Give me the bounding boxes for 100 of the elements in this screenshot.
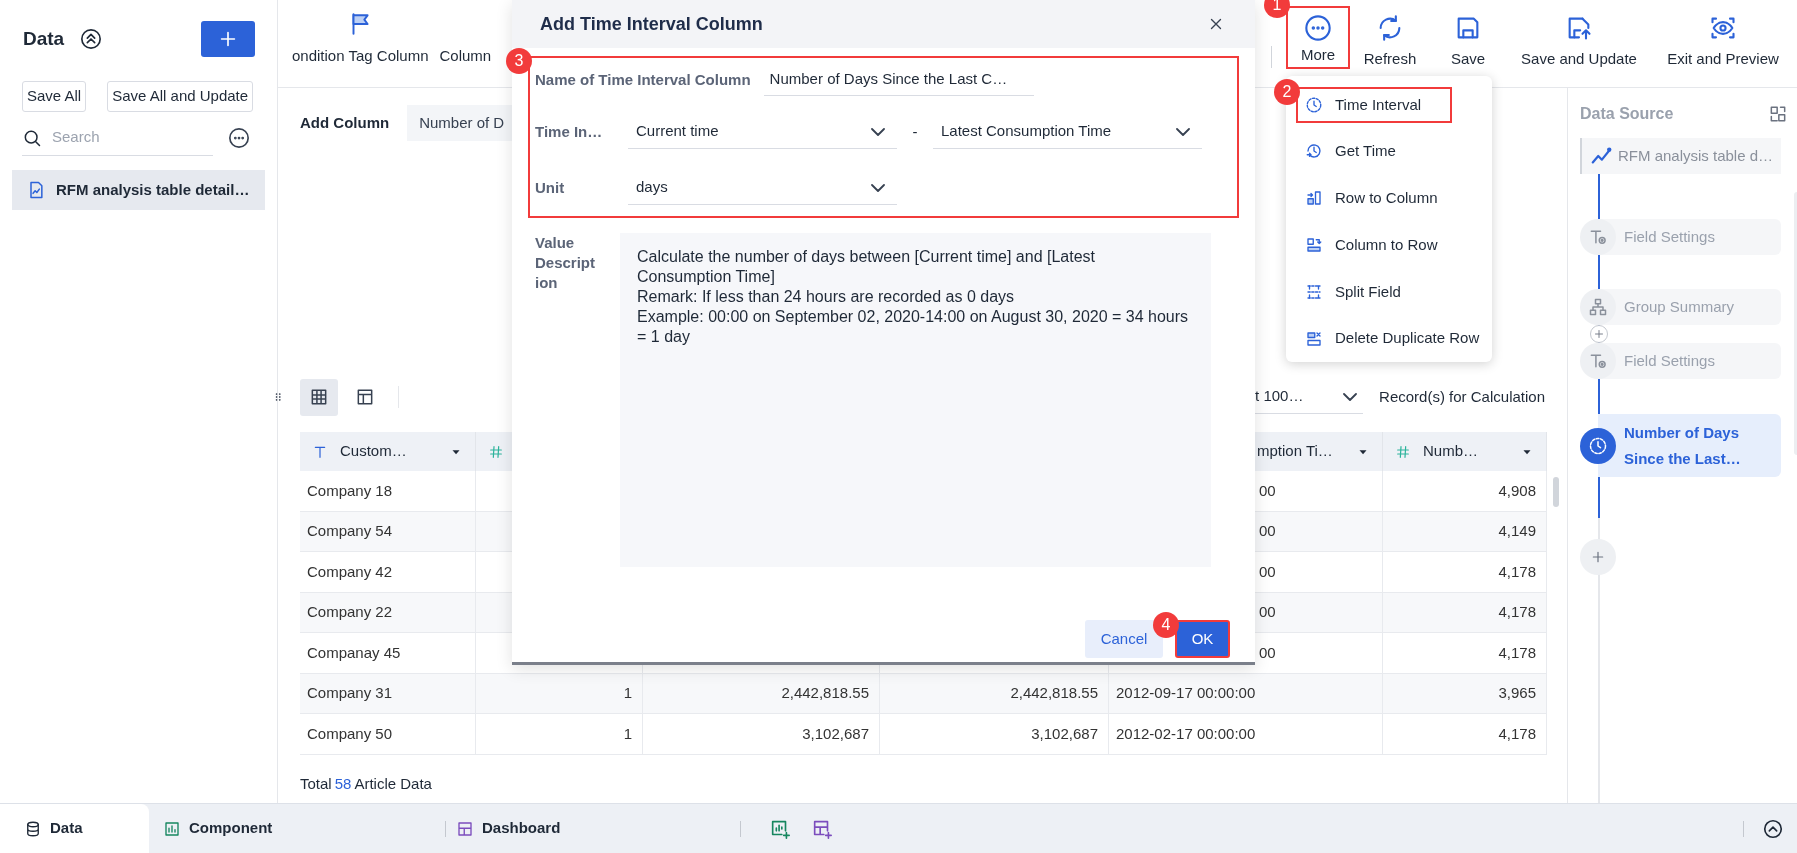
record-count: 58 [334, 773, 352, 794]
table-cell-text: 00 [1259, 602, 1276, 622]
action-button[interactable]: Save All [22, 81, 87, 112]
name-field[interactable]: Number of Days Since the Last C… [763, 64, 1034, 96]
delete-duplicate-icon [1305, 329, 1323, 348]
split-icon [1305, 282, 1323, 301]
view-toggle[interactable] [300, 378, 338, 416]
table-cell-text: 2012-09-17 00:00:00 [1116, 683, 1256, 703]
menu-item[interactable]: Column to Row [1286, 221, 1492, 269]
column-header[interactable]: Numb… [1423, 440, 1478, 463]
separator-text: - [911, 121, 919, 142]
table-cell-text: 00 [1259, 642, 1276, 663]
table-cell-text: 3,102,687 [802, 723, 869, 744]
action-button[interactable]: Save All and Update [107, 81, 254, 112]
trend-icon [1590, 145, 1612, 167]
menu-item[interactable]: Get Time [1286, 128, 1492, 175]
bottom-tab[interactable]: Data [0, 803, 149, 853]
step-badge: 4 [1153, 612, 1179, 638]
table-cell-text: 00 [1259, 480, 1276, 501]
plus-icon [1590, 549, 1606, 565]
time-select[interactable]: Latest Consumption Time [933, 115, 1202, 149]
ok-button[interactable]: OK [1175, 620, 1230, 658]
table-cell-text: 4,908 [1498, 480, 1536, 501]
toolbar-button[interactable]: ondition Tag Column [292, 44, 429, 67]
footer-text: Article Data [354, 773, 432, 794]
more-icon [1304, 14, 1332, 42]
column-chip[interactable]: Number of D [407, 105, 513, 141]
table-cell-text: Company 22 [307, 602, 393, 622]
table-cell-text: Company 42 [307, 561, 393, 582]
more-icon[interactable] [228, 127, 250, 149]
time-select[interactable]: Current time [628, 115, 897, 149]
table-cell-text: 4,178 [1498, 561, 1536, 582]
toolbar-button[interactable]: Exit and Preview [1652, 0, 1794, 71]
cancel-button[interactable]: Cancel [1085, 620, 1163, 658]
dashboard-icon [456, 819, 474, 838]
dialog-title: Add Time Interval Column [540, 12, 763, 36]
field-label: Time In… [535, 121, 604, 142]
caret-icon [871, 183, 885, 192]
table-cell-text: 1 [623, 723, 632, 744]
field-label: Add Column [300, 112, 390, 133]
step-node[interactable] [1580, 289, 1616, 325]
toolbar-button[interactable]: Save and Update [1506, 0, 1652, 71]
table-cell-text: 00 [1259, 561, 1276, 582]
menu-item[interactable]: Split Field [1286, 268, 1492, 316]
layout-icon [355, 387, 375, 407]
table-cell-text: 1 [623, 683, 632, 703]
sidebar-item[interactable]: RFM analysis table detail… [12, 170, 265, 210]
scrollbar[interactable] [1553, 477, 1559, 507]
table-cell-text: Company 18 [307, 480, 393, 501]
table-cell-text: 3,102,687 [1031, 723, 1098, 744]
description-text: Remark: If less than 24 hours are recorded as 0 days [637, 287, 1016, 307]
toolbar-button[interactable]: Save [1430, 0, 1506, 71]
table-cell-text: Company 31 [307, 683, 393, 703]
step-badge: 3 [506, 48, 532, 74]
column-to-row-icon [1305, 236, 1323, 254]
clock-arrow-icon [1305, 142, 1323, 161]
step-node[interactable] [1580, 343, 1616, 379]
plus-icon [1593, 328, 1605, 340]
toolbar-button[interactable]: More [1286, 6, 1350, 69]
description-text: Example: 00:00 on September 02, 2020-14:00 on August 30, 2020 = 34 hours = 1 day [637, 307, 1189, 347]
bar-chart-icon [163, 819, 181, 838]
database-icon [24, 819, 42, 838]
description-text: Calculate the number of days between [Current time] and [Latest Consumption Time] [637, 247, 1097, 287]
menu-item[interactable]: Row to Column [1286, 174, 1492, 222]
table-cell-text: 2,442,818.55 [781, 683, 869, 703]
add-button[interactable] [201, 21, 255, 57]
text-settings-icon [1588, 227, 1608, 247]
grid-icon [309, 387, 329, 407]
column-header[interactable]: mption Ti… [1257, 440, 1333, 463]
row-to-column-icon [1305, 189, 1323, 208]
toolbar-button[interactable]: Refresh [1350, 0, 1430, 71]
toolbar-button[interactable]: Column [439, 44, 492, 67]
step-item[interactable]: Number of Days Since the Last… [1598, 414, 1782, 477]
step-node[interactable] [1580, 427, 1616, 464]
table-cell-text: 4,178 [1498, 642, 1536, 663]
column-header[interactable]: Custom… [340, 440, 407, 463]
caret-icon [871, 127, 885, 136]
table-cell-text: Company 50 [307, 723, 393, 744]
text-settings-icon [1588, 351, 1608, 371]
panel-title: Data [23, 26, 65, 51]
unit-select[interactable]: days [628, 171, 897, 205]
footer-text: Total [300, 773, 332, 794]
expand-up-icon[interactable] [1762, 817, 1784, 840]
search-field[interactable]: Search [52, 126, 202, 149]
table-cell-text: Companay 45 [307, 642, 401, 663]
table-cell-text: 00 [1259, 521, 1276, 541]
collapse-icon[interactable] [80, 28, 103, 50]
table-cell-text: 4,149 [1498, 521, 1536, 541]
bottom-tab[interactable]: Dashboard [446, 803, 740, 853]
step-node[interactable] [1580, 219, 1616, 255]
field-label: Unit [535, 177, 566, 198]
caret-icon [1176, 127, 1190, 136]
bottom-tab[interactable]: Component [149, 803, 445, 853]
field-label: Value Description [535, 233, 597, 293]
hierarchy-icon [1588, 297, 1608, 317]
clock-icon [1588, 435, 1608, 456]
table-cell-text: 4,178 [1498, 723, 1536, 744]
menu-item[interactable]: Delete Duplicate Row [1286, 315, 1492, 362]
field-label: Name of Time Interval Column [535, 69, 751, 90]
table-cell-text: 2,442,818.55 [1010, 683, 1098, 703]
